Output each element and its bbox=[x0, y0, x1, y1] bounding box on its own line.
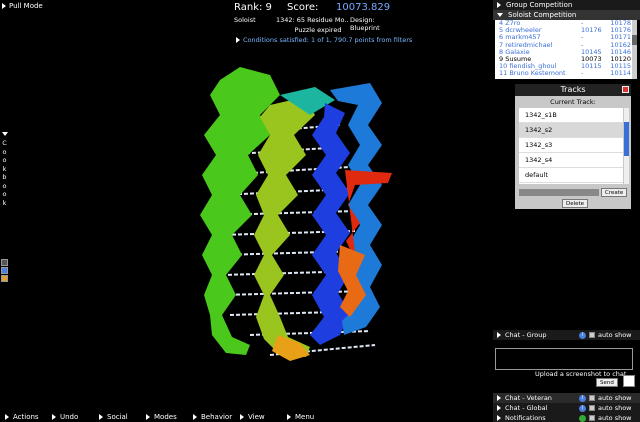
expand-arrow-icon bbox=[236, 37, 240, 43]
group-competition-header[interactable]: Group Competition bbox=[493, 0, 640, 10]
conditions-toggle[interactable]: Conditions satisfied: 1 of 1, 790.7 poin… bbox=[236, 36, 412, 44]
right-panel: Group Competition Soloist Competition 4 … bbox=[493, 0, 640, 422]
chat-group-row[interactable]: Chat - Group i auto show bbox=[493, 330, 640, 340]
expand-arrow-icon bbox=[99, 414, 103, 420]
track-item[interactable]: 1342_s3 bbox=[519, 138, 623, 153]
delete-button[interactable]: Delete bbox=[562, 199, 589, 208]
chat-global-row[interactable]: Chat - Global i auto show bbox=[493, 403, 640, 413]
chat-veteran-label: Chat - Veteran bbox=[505, 394, 552, 402]
chat-global-label: Chat - Global bbox=[505, 404, 548, 412]
leaderboard-scrollbar[interactable] bbox=[632, 20, 637, 79]
score-label: Score: bbox=[287, 2, 319, 13]
bottom-menu-bar: Actions Undo Social Modes Behavior View … bbox=[0, 412, 330, 422]
upload-screenshot-text: Upload a screenshot to chat. bbox=[535, 370, 629, 378]
auto-show-label: auto show bbox=[598, 394, 632, 402]
cookbook-label: Cookbook bbox=[2, 139, 7, 207]
pull-mode-toggle[interactable]: Pull Mode bbox=[2, 2, 43, 10]
expand-arrow-icon bbox=[497, 405, 501, 411]
track-item[interactable]: 1342_s4 bbox=[519, 153, 623, 168]
undo-menu[interactable]: Undo bbox=[47, 412, 94, 422]
view-menu[interactable]: View bbox=[235, 412, 282, 422]
chat-veteran-row[interactable]: Chat - Veteran i auto show bbox=[493, 393, 640, 403]
screenshot-icon[interactable] bbox=[623, 375, 635, 387]
expand-arrow-icon bbox=[497, 395, 501, 401]
protein-viewport[interactable] bbox=[160, 55, 450, 365]
auto-show-label: auto show bbox=[598, 414, 632, 422]
folder-icon[interactable] bbox=[1, 267, 8, 274]
score-panel: Rank: 9 Score: 10073.829 Soloist 1342: 6… bbox=[232, 0, 412, 46]
expand-arrow-icon bbox=[497, 415, 501, 421]
expand-arrow-icon bbox=[497, 332, 501, 338]
auto-show-label: auto show bbox=[598, 404, 632, 412]
leaderboard-list[interactable]: 4 Z7ro -10178 5 dcrwheeler 10176 10176 6 ma… bbox=[495, 20, 635, 79]
behavior-menu[interactable]: Behavior bbox=[188, 412, 235, 422]
group-competition-label: Group Competition bbox=[506, 1, 573, 9]
track-item[interactable]: 1342_s1B bbox=[519, 108, 623, 123]
chevron-down-icon bbox=[497, 13, 503, 17]
status-icon bbox=[579, 414, 586, 422]
info-icon[interactable]: i bbox=[579, 394, 586, 402]
info-icon[interactable]: i bbox=[579, 404, 586, 412]
tracks-panel: Tracks Current Track: 1342_s1B 1342_s2 1… bbox=[515, 84, 631, 209]
puzzle-name: 1342: 65 Residue Mo... bbox=[276, 16, 348, 24]
track-item[interactable]: default bbox=[519, 168, 623, 183]
auto-show-label: auto show bbox=[598, 331, 632, 339]
tracks-title: Tracks bbox=[515, 84, 631, 96]
cookbook-panel[interactable]: Cookbook bbox=[0, 132, 9, 283]
soloist-competition-label: Soloist Competition bbox=[508, 11, 577, 19]
chevron-down-icon bbox=[1, 132, 8, 136]
track-name-input[interactable] bbox=[519, 189, 599, 196]
expand-arrow-icon bbox=[5, 414, 9, 420]
close-icon[interactable] bbox=[622, 86, 629, 93]
expand-arrow-icon bbox=[497, 2, 501, 8]
auto-show-checkbox[interactable] bbox=[589, 332, 595, 338]
puzzle-status: Puzzle expired bbox=[294, 26, 342, 34]
expand-arrow-icon bbox=[240, 414, 244, 420]
create-button[interactable]: Create bbox=[601, 188, 628, 197]
soloist-competition-header[interactable]: Soloist Competition bbox=[493, 10, 640, 20]
mode-text: Soloist bbox=[234, 16, 256, 24]
info-icon[interactable]: i bbox=[579, 331, 586, 339]
track-list[interactable]: 1342_s1B 1342_s2 1342_s3 1342_s4 default bbox=[519, 108, 623, 184]
score-value: 10073.829 bbox=[336, 2, 391, 13]
notifications-label: Notifications bbox=[505, 414, 546, 422]
modes-menu[interactable]: Modes bbox=[141, 412, 188, 422]
current-track-label: Current Track: bbox=[550, 98, 596, 106]
rank-text: Rank: 9 bbox=[234, 2, 272, 13]
track-scrollbar[interactable] bbox=[624, 108, 629, 184]
actions-menu[interactable]: Actions bbox=[0, 412, 47, 422]
script-icon[interactable] bbox=[1, 275, 8, 282]
expand-arrow-icon bbox=[287, 414, 291, 420]
chat-input[interactable] bbox=[495, 348, 633, 370]
list-item[interactable]: 11 Bruno Kestemont -10114 bbox=[495, 70, 635, 77]
expand-arrow-icon bbox=[2, 3, 6, 9]
send-button[interactable]: Send bbox=[596, 378, 618, 387]
expand-arrow-icon bbox=[146, 414, 150, 420]
auto-show-checkbox[interactable] bbox=[589, 415, 595, 421]
social-menu[interactable]: Social bbox=[94, 412, 141, 422]
conditions-text: Conditions satisfied: 1 of 1, 790.7 poin… bbox=[243, 36, 413, 44]
recipe-icon[interactable] bbox=[1, 259, 8, 266]
chat-group-label: Chat - Group bbox=[505, 331, 547, 339]
expand-arrow-icon bbox=[193, 414, 197, 420]
auto-show-checkbox[interactable] bbox=[589, 395, 595, 401]
expand-arrow-icon bbox=[52, 414, 56, 420]
notifications-row[interactable]: Notifications auto show bbox=[493, 413, 640, 422]
auto-show-checkbox[interactable] bbox=[589, 405, 595, 411]
track-item-selected[interactable]: 1342_s2 bbox=[519, 123, 623, 138]
main-menu[interactable]: Menu bbox=[282, 412, 329, 422]
pull-mode-label: Pull Mode bbox=[9, 2, 43, 10]
